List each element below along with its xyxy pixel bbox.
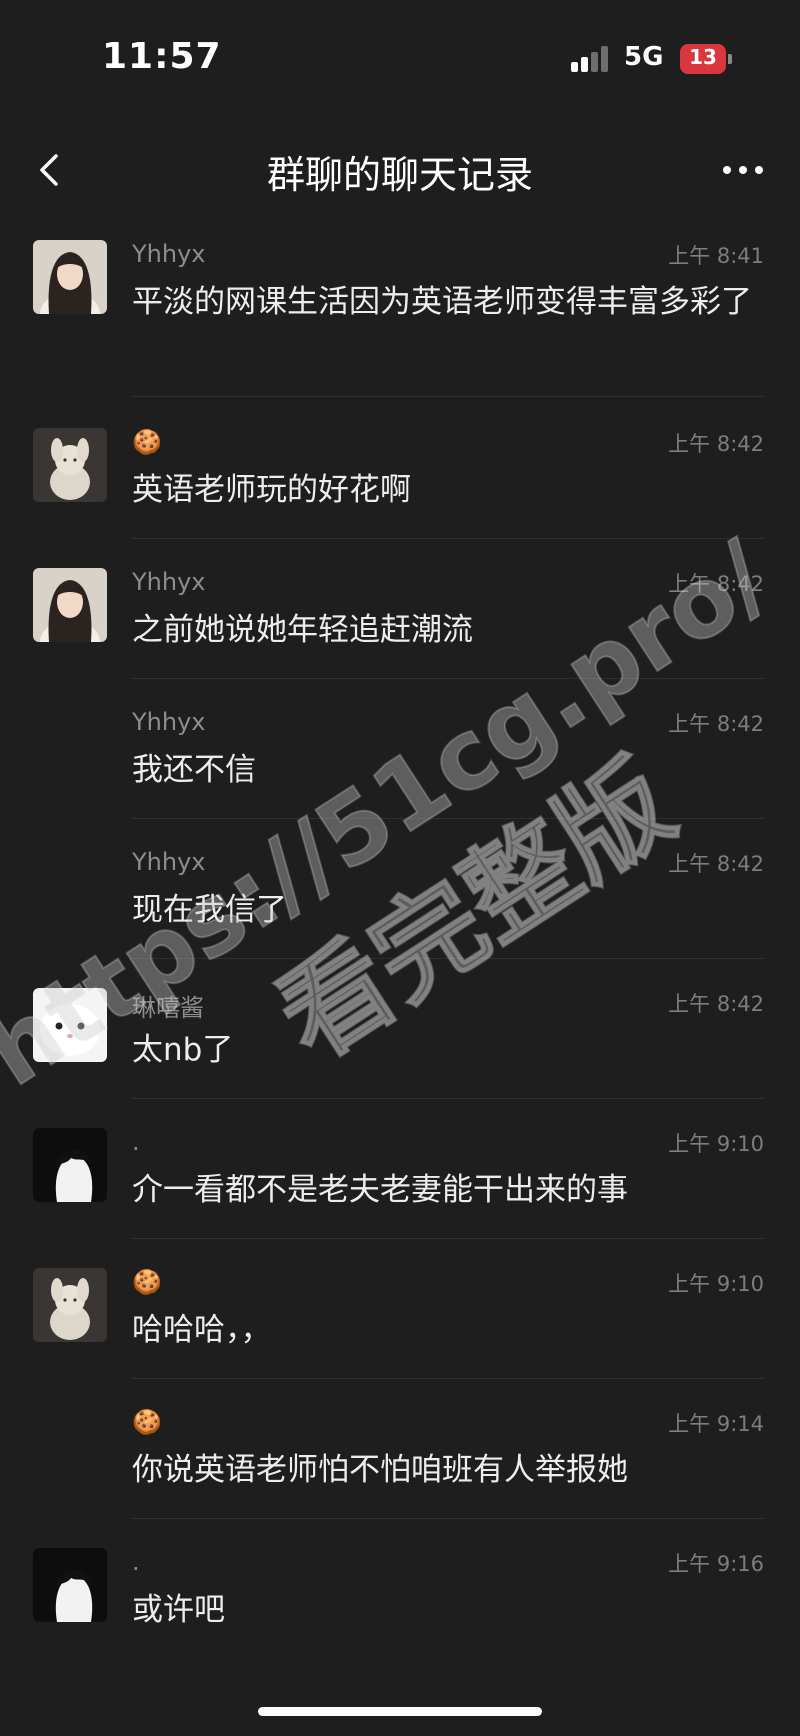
- status-bar: 11:57 5G 13: [0, 0, 800, 110]
- home-indicator[interactable]: [258, 1707, 542, 1716]
- avatar[interactable]: [33, 1128, 107, 1202]
- divider: [132, 538, 764, 539]
- divider: [132, 1238, 764, 1239]
- message-item[interactable]: 琳嘻酱 上午 8:42 太nb了: [0, 988, 800, 1099]
- chat-history-screen: 11:57 5G 13 群聊的聊天记录 Yhhyx 上午 8:41 平淡的网课生…: [0, 0, 800, 1736]
- divider: [132, 678, 764, 679]
- message-item[interactable]: 🍪 上午 9:10 哈哈哈，，: [0, 1268, 800, 1379]
- cellular-signal-icon: [571, 46, 611, 72]
- sender-name: 🍪: [132, 1268, 162, 1296]
- message-item[interactable]: 🍪 上午 9:14 你说英语老师怕不怕咱班有人举报她: [0, 1408, 800, 1519]
- divider: [132, 1518, 764, 1519]
- battery-tip: [728, 54, 732, 64]
- avatar[interactable]: [33, 240, 107, 314]
- message-text: 平淡的网课生活因为英语老师变得丰富多彩了: [132, 284, 752, 320]
- message-item[interactable]: 🍪 上午 8:42 英语老师玩的好花啊: [0, 428, 800, 539]
- message-item[interactable]: Yhhyx 上午 8:42 之前她说她年轻追赶潮流: [0, 568, 800, 679]
- message-time: 上午 9:10: [668, 1132, 764, 1156]
- message-text: 英语老师玩的好花啊: [132, 472, 411, 508]
- message-time: 上午 9:16: [668, 1552, 764, 1576]
- avatar[interactable]: [33, 568, 107, 642]
- sender-name: 🍪: [132, 428, 162, 456]
- message-time: 上午 9:14: [668, 1412, 764, 1436]
- sender-name: Yhhyx: [132, 568, 206, 596]
- sender-name: 琳嘻酱: [132, 994, 204, 1022]
- sender-name: .: [132, 1548, 140, 1576]
- more-dots-icon[interactable]: [718, 148, 768, 192]
- message-text: 你说英语老师怕不怕咱班有人举报她: [132, 1452, 628, 1488]
- message-item[interactable]: Yhhyx 上午 8:42 我还不信: [0, 708, 800, 819]
- status-time: 11:57: [102, 36, 222, 77]
- sender-name: 🍪: [132, 1408, 162, 1436]
- battery-icon: 13: [680, 44, 734, 74]
- message-text: 哈哈哈，，: [132, 1312, 272, 1348]
- message-text: 之前她说她年轻追赶潮流: [132, 612, 473, 648]
- message-item[interactable]: . 上午 9:10 介一看都不是老夫老妻能干出来的事: [0, 1128, 800, 1239]
- message-item[interactable]: Yhhyx 上午 8:42 现在我信了: [0, 848, 800, 959]
- message-time: 上午 9:10: [668, 1272, 764, 1296]
- avatar[interactable]: [33, 428, 107, 502]
- message-item[interactable]: Yhhyx 上午 8:41 平淡的网课生活因为英语老师变得丰富多彩了: [0, 240, 800, 400]
- message-time: 上午 8:42: [668, 712, 764, 736]
- message-text: 介一看都不是老夫老妻能干出来的事: [132, 1172, 628, 1208]
- message-time: 上午 8:41: [668, 244, 764, 268]
- sender-name: Yhhyx: [132, 848, 206, 876]
- avatar[interactable]: [33, 1548, 107, 1622]
- message-text: 现在我信了: [132, 892, 287, 928]
- sender-name: .: [132, 1128, 140, 1156]
- nav-bar: 群聊的聊天记录: [0, 130, 800, 210]
- divider: [132, 958, 764, 959]
- message-time: 上午 8:42: [668, 992, 764, 1016]
- sender-name: Yhhyx: [132, 708, 206, 736]
- message-time: 上午 8:42: [668, 572, 764, 596]
- message-time: 上午 8:42: [668, 852, 764, 876]
- divider: [132, 1098, 764, 1099]
- page-title: 群聊的聊天记录: [266, 153, 533, 197]
- message-item[interactable]: . 上午 9:16 或许吧: [0, 1548, 800, 1658]
- message-time: 上午 8:42: [668, 432, 764, 456]
- divider: [132, 1378, 764, 1379]
- divider: [132, 396, 764, 397]
- battery-level: 13: [689, 45, 717, 69]
- sender-name: Yhhyx: [132, 240, 206, 268]
- message-text: 我还不信: [132, 752, 256, 788]
- message-text: 或许吧: [132, 1592, 225, 1628]
- network-type: 5G: [624, 42, 664, 72]
- message-text: 太nb了: [132, 1032, 234, 1068]
- divider: [132, 818, 764, 819]
- avatar[interactable]: [33, 1268, 107, 1342]
- avatar[interactable]: [33, 988, 107, 1062]
